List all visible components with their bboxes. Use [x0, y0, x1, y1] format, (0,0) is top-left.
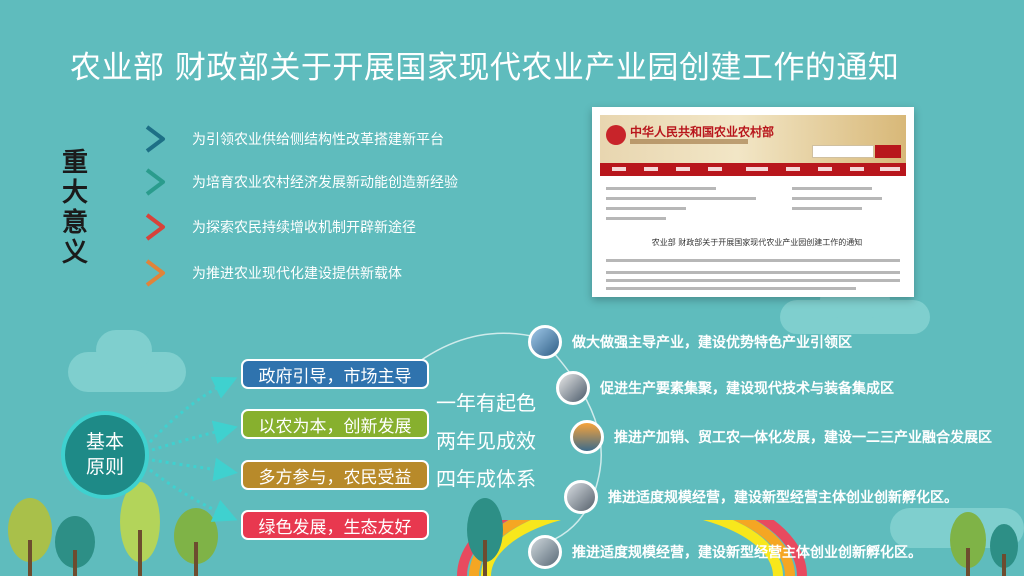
- photo-icon: [570, 420, 604, 454]
- zone-text: 推进适度规模经营，建设新型经营主体创业创新孵化区。: [572, 545, 922, 561]
- photo-icon: [528, 535, 562, 569]
- principle-pill: 以农为本，创新发展: [241, 409, 429, 439]
- principles-hub: 基本 原则: [61, 411, 149, 499]
- hub-line: 基本: [85, 431, 124, 453]
- photo-icon: [564, 480, 598, 514]
- photo-icon: [556, 371, 590, 405]
- timeline-text: 四年成体系: [436, 467, 536, 491]
- zone-item: 推进产加销、贸工农一体化发展，建设一二三产业融合发展区: [570, 420, 992, 454]
- timeline-text: 一年有起色: [436, 391, 536, 415]
- hub-line: 原则: [85, 456, 124, 478]
- zone-text: 做大做强主导产业，建设优势特色产业引领区: [572, 335, 852, 351]
- principle-pill: 绿色发展，生态友好: [241, 510, 429, 540]
- zone-item: 促进生产要素集聚，建设现代技术与装备集成区: [556, 371, 894, 405]
- zone-item: 推进适度规模经营，建设新型经营主体创业创新孵化区。: [528, 535, 922, 569]
- principle-pill: 多方参与，农民受益: [241, 460, 429, 490]
- photo-icon: [528, 325, 562, 359]
- timeline-text: 两年见成效: [436, 429, 536, 453]
- principle-pill: 政府引导，市场主导: [241, 359, 429, 389]
- zone-text: 推进产加销、贸工农一体化发展，建设一二三产业融合发展区: [614, 430, 992, 446]
- zone-text: 促进生产要素集聚，建设现代技术与装备集成区: [600, 381, 894, 397]
- zone-text: 推进适度规模经营，建设新型经营主体创业创新孵化区。: [608, 490, 958, 506]
- zone-item: 做大做强主导产业，建设优势特色产业引领区: [528, 325, 852, 359]
- zone-item: 推进适度规模经营，建设新型经营主体创业创新孵化区。: [564, 480, 958, 514]
